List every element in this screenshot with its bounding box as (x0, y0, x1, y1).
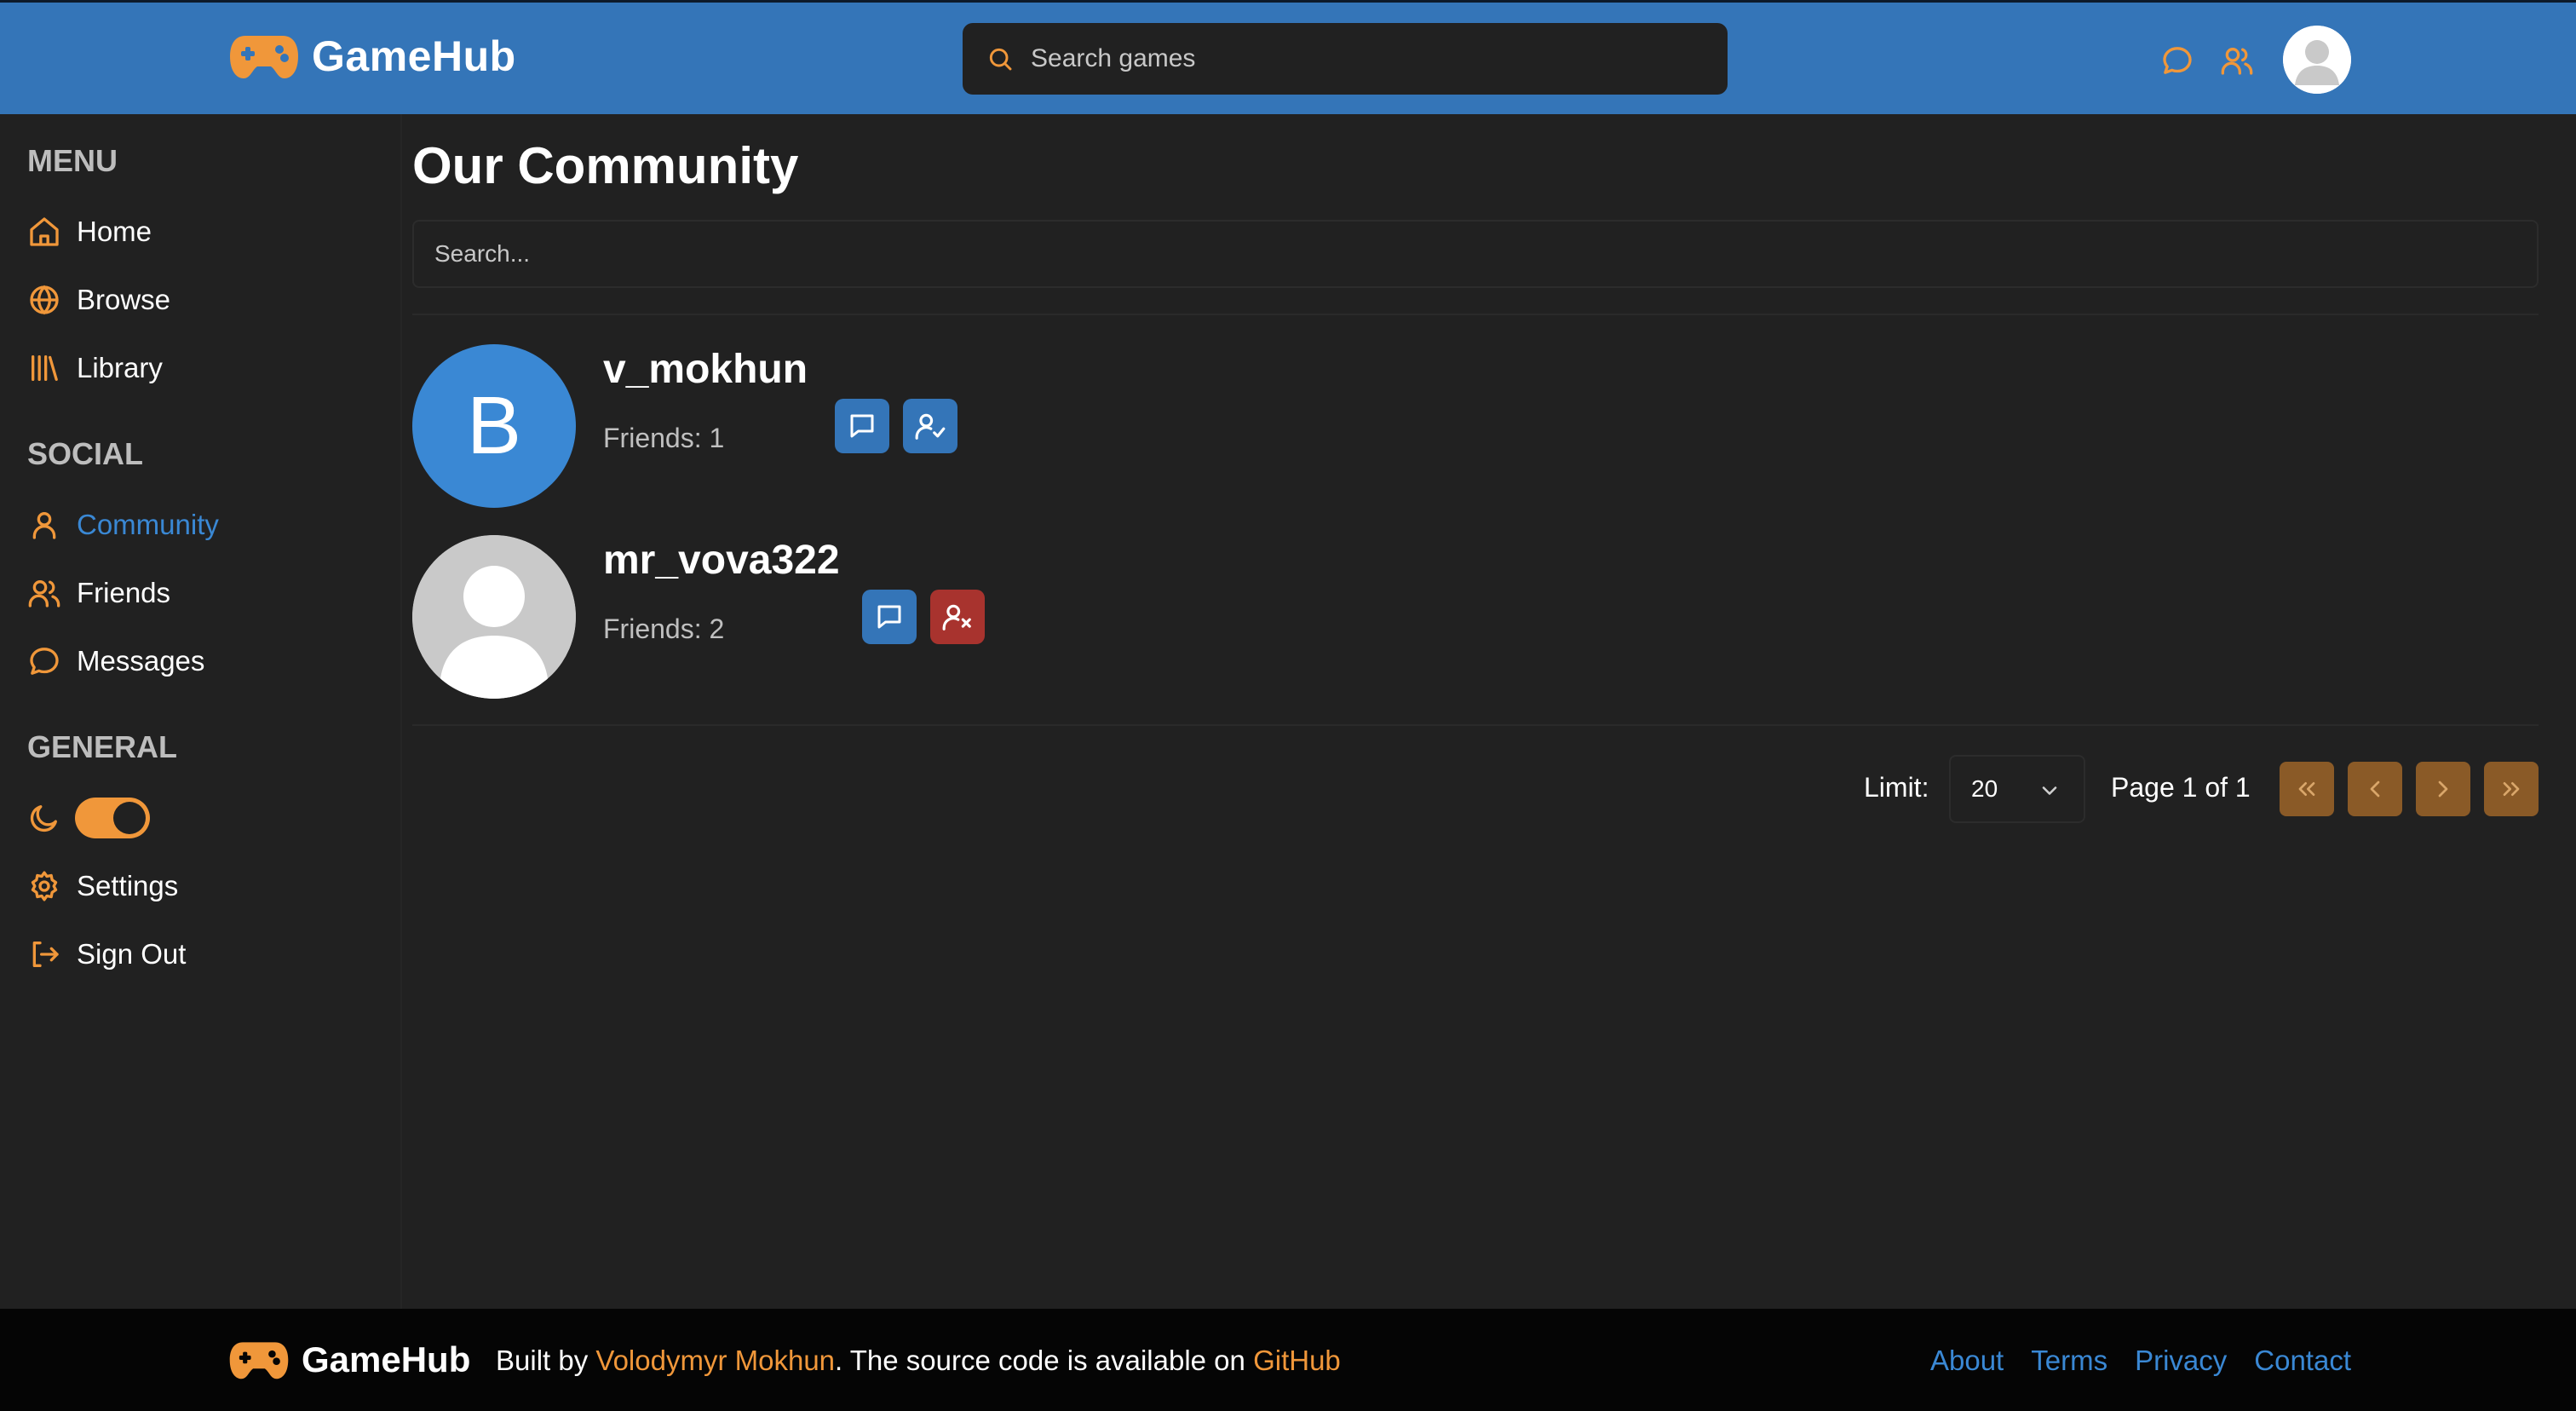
github-link[interactable]: GitHub (1253, 1345, 1341, 1376)
gamepad-icon (228, 1339, 290, 1380)
avatar-letter: B (466, 380, 522, 471)
sidebar-item-label: Browse (77, 284, 171, 315)
user-check-icon (914, 410, 946, 442)
chevrons-right-icon (2498, 775, 2525, 803)
sidebar-item-settings[interactable]: Settings (27, 869, 178, 903)
users-icon (27, 576, 61, 610)
list-item: mr_vova322 Friends: 2 (412, 535, 1435, 699)
chevron-right-icon (2429, 775, 2457, 803)
dark-mode-toggle[interactable] (75, 798, 150, 838)
user-icon (27, 508, 61, 542)
user-avatar[interactable] (412, 535, 576, 699)
list-item: B v_mokhun Friends: 1 (412, 344, 1435, 508)
library-icon (27, 351, 61, 385)
footer-built-by: Built by (496, 1345, 596, 1376)
sidebar-item-label: Settings (77, 870, 179, 901)
sidebar-item-community[interactable]: Community (27, 508, 219, 542)
game-search[interactable] (963, 23, 1728, 95)
gear-icon (27, 869, 61, 903)
limit-select[interactable]: 20 (1949, 755, 2085, 823)
footer: GameHub Built by Volodymyr Mokhun. The s… (0, 1309, 2576, 1411)
friends-count: Friends: 1 (603, 423, 725, 453)
divider (412, 314, 2539, 315)
message-icon (27, 644, 61, 678)
page-title: Our Community (412, 137, 799, 194)
chevrons-left-icon (2293, 775, 2320, 803)
game-search-input[interactable] (1029, 43, 1697, 74)
messages-icon[interactable] (2160, 43, 2194, 78)
footer-link-terms[interactable]: Terms (2031, 1345, 2107, 1377)
sidebar-divider (400, 114, 402, 1309)
friends-icon[interactable] (2220, 43, 2254, 78)
brand-name: GameHub (312, 32, 516, 80)
user-x-icon (941, 601, 974, 633)
friends-count: Friends: 2 (603, 613, 725, 644)
limit-value: 20 (1971, 775, 1998, 802)
chevron-down-icon (2038, 779, 2061, 803)
moon-icon (27, 801, 61, 835)
footer-links: About Terms Privacy Contact (1930, 1345, 2351, 1377)
footer-brand-name: GameHub (302, 1339, 471, 1379)
sidebar-item-browse[interactable]: Browse (27, 283, 170, 317)
top-header: GameHub (0, 0, 2576, 114)
social-section-title: SOCIAL (27, 436, 144, 471)
home-icon (27, 215, 61, 249)
sidebar-item-home[interactable]: Home (27, 215, 152, 249)
gamepad-icon (228, 32, 300, 80)
first-page-button[interactable] (2280, 762, 2334, 816)
remove-friend-button[interactable] (930, 590, 985, 644)
footer-brand-logo[interactable]: GameHub (228, 1339, 470, 1380)
footer-source-text: . The source code is available on (835, 1345, 1254, 1376)
limit-label: Limit: (1864, 772, 1929, 803)
divider (412, 724, 2539, 726)
sidebar-item-label: Home (77, 216, 152, 247)
footer-link-privacy[interactable]: Privacy (2135, 1345, 2227, 1377)
friend-status-button[interactable] (903, 399, 957, 453)
brand-logo[interactable]: GameHub (228, 32, 516, 81)
user-avatar[interactable]: B (412, 344, 576, 508)
footer-link-contact[interactable]: Contact (2254, 1345, 2351, 1377)
page-info: Page 1 of 1 (2111, 772, 2251, 803)
chevron-left-icon (2361, 775, 2389, 803)
last-page-button[interactable] (2484, 762, 2539, 816)
user-avatar[interactable] (2283, 26, 2351, 94)
menu-section-title: MENU (27, 143, 118, 178)
next-page-button[interactable] (2416, 762, 2470, 816)
community-search-input[interactable] (412, 220, 2539, 288)
sign-out-icon (27, 937, 61, 971)
sidebar-item-sign-out[interactable]: Sign Out (27, 937, 186, 971)
author-link[interactable]: Volodymyr Mokhun (595, 1345, 835, 1376)
footer-link-about[interactable]: About (1930, 1345, 2004, 1377)
sidebar-item-friends[interactable]: Friends (27, 576, 170, 610)
username[interactable]: v_mokhun (603, 346, 808, 393)
sidebar-item-messages[interactable]: Messages (27, 644, 204, 678)
footer-credits: Built by Volodymyr Mokhun. The source co… (496, 1345, 1341, 1377)
message-icon (847, 411, 877, 441)
sidebar-item-library[interactable]: Library (27, 351, 163, 385)
previous-page-button[interactable] (2348, 762, 2402, 816)
toggle-knob (113, 802, 146, 834)
message-button[interactable] (862, 590, 917, 644)
sidebar-item-label: Sign Out (77, 938, 187, 970)
sidebar-item-label: Messages (77, 645, 205, 677)
general-section-title: GENERAL (27, 729, 178, 764)
globe-icon (27, 283, 61, 317)
sidebar-item-label: Library (77, 352, 163, 383)
username[interactable]: mr_vova322 (603, 537, 840, 584)
sidebar-item-label: Community (77, 509, 219, 540)
sidebar-item-label: Friends (77, 577, 171, 608)
message-icon (874, 602, 905, 632)
search-icon (986, 45, 1014, 72)
message-button[interactable] (835, 399, 889, 453)
